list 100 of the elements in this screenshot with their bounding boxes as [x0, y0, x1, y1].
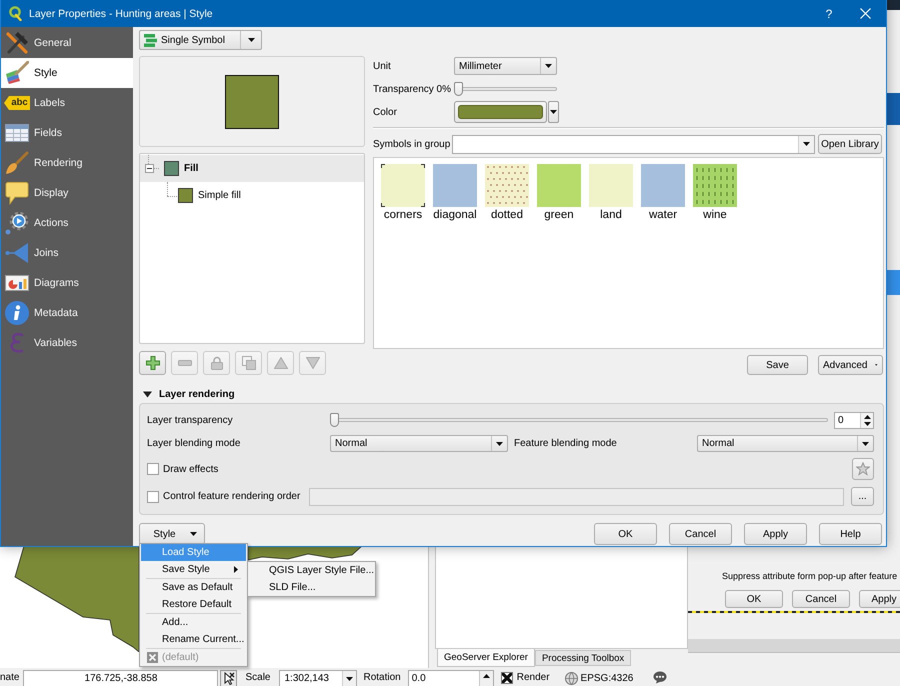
tools-icon: [5, 31, 29, 55]
symbol-preview: [225, 74, 279, 128]
color-menu-button[interactable]: [548, 101, 559, 123]
caret-icon: [862, 442, 869, 446]
symbol-item[interactable]: water: [637, 164, 689, 223]
crs-button[interactable]: EPSG:4326: [564, 670, 634, 686]
render-label: Render: [516, 671, 550, 685]
feature-blending-dropdown[interactable]: Normal: [697, 435, 874, 452]
sidebar-item[interactable]: Display: [1, 178, 133, 208]
unit-dropdown[interactable]: Millimeter: [454, 57, 557, 75]
symbol-item[interactable]: wine: [689, 164, 741, 223]
checkbox[interactable]: [147, 490, 159, 502]
window-title: Layer Properties - Hunting areas | Style: [29, 8, 213, 20]
menu-item[interactable]: Rename Current...: [141, 631, 246, 648]
caret-icon: [545, 64, 552, 68]
symbol-item[interactable]: diagonal: [429, 164, 481, 223]
close-icon: [860, 8, 870, 19]
menu-item[interactable]: Add...: [141, 614, 246, 631]
dialog-button[interactable]: Cancel: [669, 523, 732, 545]
menu-item[interactable]: QGIS Layer Style File...: [249, 562, 374, 579]
sidebar-item[interactable]: Style: [1, 58, 133, 88]
setting-text: Suppress attribute form pop-up after feature: [721, 570, 898, 583]
chat-icon[interactable]: [653, 671, 668, 684]
render-checkbox[interactable]: [500, 672, 513, 684]
layer-transparency-label: Layer transparency: [147, 414, 234, 426]
sidebar-item[interactable]: Fields: [1, 118, 133, 148]
effects-button[interactable]: [852, 458, 874, 480]
sidebar-item[interactable]: Metadata: [1, 298, 133, 328]
dialog-button[interactable]: Apply: [744, 523, 807, 545]
color-button[interactable]: [454, 101, 547, 123]
open-library-button[interactable]: Open Library: [818, 134, 882, 154]
scale-label: Scale: [245, 671, 270, 685]
caret-icon: [346, 676, 354, 680]
menu-item[interactable]: SLD File...: [249, 579, 374, 596]
tree-item[interactable]: Fill: [140, 155, 364, 182]
scale-dropdown[interactable]: 1:302,143: [279, 670, 358, 686]
transparency-slider[interactable]: [454, 82, 557, 96]
toolbar-button[interactable]: [139, 351, 166, 375]
menu-item[interactable]: Save Style: [141, 561, 246, 578]
layer-transparency-slider[interactable]: [330, 413, 828, 427]
triangle-down-icon: [306, 357, 320, 369]
symbol-item[interactable]: dotted: [481, 164, 533, 223]
layer-blending-dropdown[interactable]: Normal: [330, 435, 508, 452]
dialog-button[interactable]: Help: [819, 523, 882, 545]
star-icon: [856, 462, 870, 476]
checkbox-label: Draw effects: [163, 464, 218, 474]
caret-icon: [875, 363, 878, 367]
transparency-spinbox[interactable]: 0: [834, 412, 874, 428]
caret-icon: [190, 532, 197, 536]
renderer-dropdown[interactable]: Single Symbol: [139, 30, 262, 50]
lock-icon: [210, 356, 222, 370]
caret-icon: [496, 442, 503, 446]
triangle-up-icon: [274, 357, 288, 369]
toolbar-strip: [887, 0, 900, 10]
sidebar-item[interactable]: abc Labels: [1, 88, 133, 118]
sidebar-item[interactable]: General: [1, 28, 133, 58]
slider-thumb[interactable]: [454, 82, 463, 96]
menu-item[interactable]: Restore Default: [141, 596, 246, 613]
dialog-button[interactable]: Apply: [859, 590, 900, 608]
stacked-bars-icon: [144, 34, 157, 46]
tree-item[interactable]: Simple fill: [140, 182, 364, 209]
rotation-label: Rotation: [363, 671, 401, 685]
slider-thumb[interactable]: [330, 413, 339, 427]
label-tag: abc: [4, 96, 30, 110]
dialog-button[interactable]: Cancel: [792, 590, 850, 608]
section-toggle[interactable]: Layer rendering: [139, 386, 235, 403]
spin-up-icon: [482, 674, 490, 678]
paintbrush-icon: [5, 151, 29, 175]
caret-icon: [248, 38, 254, 42]
info-icon: [5, 301, 29, 325]
sidebar-item[interactable]: Diagrams: [1, 268, 133, 298]
help-button[interactable]: ?: [814, 0, 844, 27]
cursor-icon: [222, 672, 235, 685]
sidebar-item[interactable]: Joins: [1, 238, 133, 268]
more-button[interactable]: ...: [851, 487, 874, 506]
table-icon: [5, 121, 29, 145]
symbol-item[interactable]: green: [533, 164, 585, 223]
speech-bubble-icon: [5, 181, 29, 205]
symbol-item[interactable]: land: [585, 164, 637, 223]
sidebar-item[interactable]: Rendering: [1, 148, 133, 178]
menu-item[interactable]: Save as Default: [141, 579, 246, 596]
sidebar-item[interactable]: Actions: [1, 208, 133, 238]
dock-tab[interactable]: Processing Toolbox: [534, 650, 632, 666]
coordinate-toggle-button[interactable]: [220, 670, 238, 686]
rotation-field[interactable]: 0.0: [408, 670, 494, 686]
collapse-icon[interactable]: [145, 164, 154, 173]
advanced-button[interactable]: Advanced: [818, 355, 883, 375]
palette-brush-icon: [5, 61, 29, 85]
style-button[interactable]: Style: [139, 523, 205, 545]
checkbox[interactable]: [147, 463, 159, 475]
dialog-button[interactable]: OK: [725, 590, 783, 608]
save-button[interactable]: Save: [747, 355, 808, 375]
dialog-button[interactable]: OK: [594, 523, 657, 545]
group-dropdown[interactable]: [452, 134, 815, 154]
globe-icon: [564, 672, 578, 684]
symbol-item[interactable]: corners: [377, 164, 429, 223]
coordinate-field[interactable]: 176.725,-38.858: [23, 670, 218, 686]
dock-tab[interactable]: GeoServer Explorer: [437, 649, 535, 667]
cross-box-icon: [147, 652, 158, 663]
sidebar-item[interactable]: Variables: [1, 328, 133, 358]
